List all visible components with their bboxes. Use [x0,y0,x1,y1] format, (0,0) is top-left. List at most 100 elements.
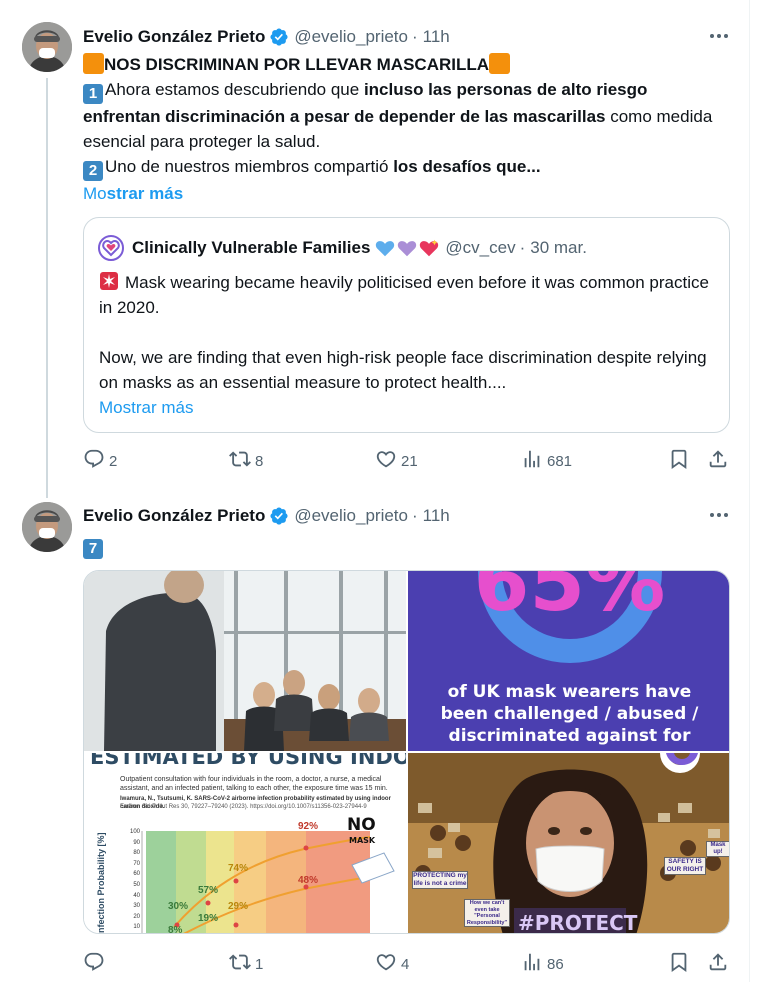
quote-date[interactable]: 30 mar. [530,238,587,258]
like-button[interactable]: 21 [375,449,418,473]
reply-count: 2 [109,452,118,470]
verified-badge-icon [269,27,289,47]
share-icon [707,951,729,977]
separator-dot: · [411,506,418,525]
protest-sign-2: SAFETY IS OUR RIGHT [664,857,706,875]
paragraph-2: 2 Uno de nuestros miembros compartió los … [83,154,723,181]
orange-square-icon [489,53,511,74]
avatar[interactable] [22,502,72,552]
author-name[interactable]: Evelio González Prieto [83,506,265,526]
y-tick: 50 [133,881,140,888]
like-icon [375,951,397,977]
siren-icon [99,271,119,291]
data-label: 92% [298,821,319,832]
like-button[interactable]: 4 [375,952,409,976]
timestamp[interactable]: 11h [423,27,450,47]
author-handle[interactable]: @evelio_prieto [294,506,408,526]
data-label: 48% [298,875,319,886]
quote-author-handle[interactable]: @cv_cev [445,238,515,258]
data-label: 74% [228,863,249,874]
media-image-2[interactable]: 65% of UK mask wearers have been challen… [408,571,729,751]
quote-author-name[interactable]: Clinically Vulnerable Families [132,238,370,258]
bookmark-button[interactable] [668,952,690,976]
retweet-icon [229,448,251,474]
reply-button[interactable] [83,952,109,976]
chart-no-label: NO [347,815,376,835]
blue-heart-icon [374,237,396,259]
y-tick: 20 [133,913,140,920]
protest-sign-4: How we can't even take "Personal Respons… [464,899,510,927]
author-name[interactable]: Evelio González Prieto [83,27,265,47]
views-icon [521,951,543,977]
keycap-7-icon: 7 [83,539,103,559]
reply-button[interactable]: 2 [83,449,117,473]
quoted-tweet[interactable]: Clinically Vulnerable Families @cv_cev ·… [83,217,730,433]
separator-dot: · [519,238,526,257]
tweet-header: Evelio González Prieto @evelio_prieto · … [83,505,450,527]
para1-text-a: Ahora estamos descubriendo que [105,80,364,99]
y-tick: 80 [133,850,140,857]
bookmark-icon [668,951,690,977]
y-tick: 10 [133,924,140,931]
data-label: 30% [168,901,189,912]
protest-sign-3: Mask up! [706,841,729,857]
tweet-actions: 2 8 21 681 [83,449,738,473]
share-button[interactable] [707,449,729,473]
chart-y-axis-label: Infection Probability [%] [96,832,106,934]
retweet-count: 8 [255,452,264,470]
tweet-2[interactable]: Evelio González Prieto @evelio_prieto · … [0,490,749,982]
share-button[interactable] [707,952,729,976]
media-image-1[interactable] [84,571,406,751]
views-button[interactable]: 681 [521,449,572,473]
more-icon[interactable] [706,505,732,525]
data-label: 8% [168,925,183,934]
quote-paragraph-1: Mask wearing became heavily politicised … [99,270,709,320]
avatar[interactable] [22,22,72,72]
data-label: 57% [198,885,219,896]
timeline-feed: Evelio González Prieto @evelio_prieto · … [0,0,762,982]
column-divider [749,0,750,982]
cvf-logo-icon [98,235,124,261]
show-more-link[interactable]: Mostrar más [83,181,723,206]
like-count: 4 [401,955,410,973]
tweet-header: Evelio González Prieto @evelio_prieto · … [83,26,450,48]
protest-sign-1: PROTECTING my life is not a crime [412,871,468,889]
views-count: 681 [547,452,573,470]
quote-text: Mask wearing became heavily politicised … [99,270,709,420]
views-button[interactable]: 86 [521,952,564,976]
orange-square-icon [83,53,104,74]
para2-text-a: Uno de nuestros miembros compartió [105,157,394,176]
y-tick: 40 [133,892,140,899]
media-grid[interactable]: 65% of UK mask wearers have been challen… [83,570,730,934]
data-label: 19% [198,913,219,924]
chart-mask-label: MASK [349,836,376,845]
headline: NOS DISCRIMINAN POR LLEVAR MASCARILLA [104,55,490,74]
show-more-part-b: strar más [106,184,184,203]
media-image-4[interactable]: #PROTECT PROTECTING my life is not a cri… [408,753,729,933]
more-icon[interactable] [706,26,732,46]
bookmark-button[interactable] [668,449,690,473]
chart-y-ticks: 100 90 80 70 60 50 40 30 20 10 [124,827,140,933]
quote-show-more-link[interactable]: Mostrar más [99,395,709,420]
y-tick: 100 [129,829,140,835]
keycap-2-icon: 2 [83,161,103,181]
y-tick: 90 [133,839,140,846]
retweet-count: 1 [255,955,264,973]
bookmark-icon [668,448,690,474]
verified-badge-icon [269,506,289,526]
y-tick: 70 [133,860,140,867]
tweet-1[interactable]: Evelio González Prieto @evelio_prieto · … [0,0,749,498]
like-icon [375,448,397,474]
like-count: 21 [401,452,418,470]
y-tick: 60 [133,871,140,878]
retweet-button[interactable]: 8 [229,449,263,473]
quote-text-1: Mask wearing became heavily politicised … [99,273,709,317]
tweet-text: NOS DISCRIMINAN POR LLEVAR MASCARILLA 1A… [83,52,723,206]
author-handle[interactable]: @evelio_prieto [294,27,408,47]
retweet-button[interactable]: 1 [229,952,263,976]
media-image-3[interactable]: ESTIMATED BY USING INDOOR CO2 Outpatient… [84,753,406,934]
timestamp[interactable]: 11h [423,506,450,526]
reply-icon [83,448,105,474]
y-tick: 30 [133,903,140,910]
views-count: 86 [547,955,564,973]
